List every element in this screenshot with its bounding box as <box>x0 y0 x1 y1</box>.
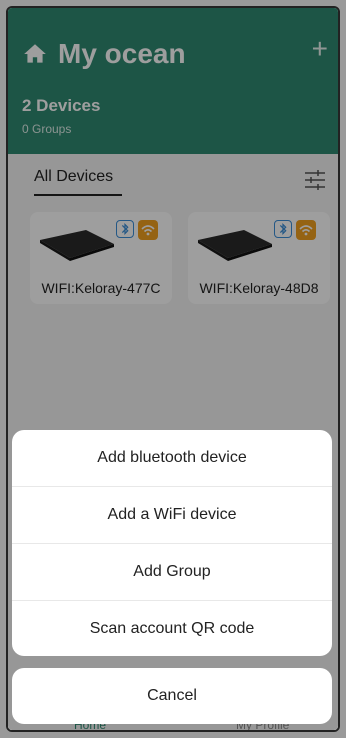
add-bluetooth-device-button[interactable]: Add bluetooth device <box>12 430 332 487</box>
scan-qr-code-button[interactable]: Scan account QR code <box>12 601 332 656</box>
add-wifi-device-button[interactable]: Add a WiFi device <box>12 487 332 544</box>
cancel-button[interactable]: Cancel <box>12 668 332 724</box>
add-group-button[interactable]: Add Group <box>12 544 332 601</box>
action-sheet: Add bluetooth device Add a WiFi device A… <box>12 430 332 656</box>
